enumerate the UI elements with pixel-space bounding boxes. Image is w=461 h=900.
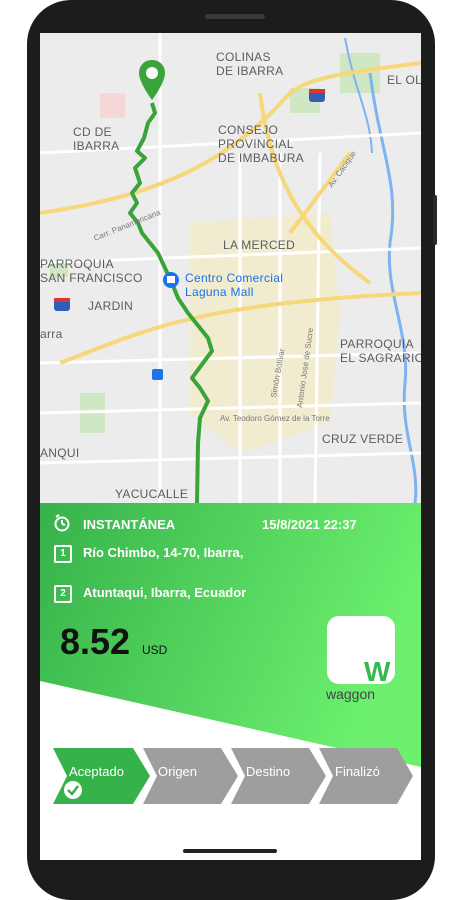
price-currency: USD <box>142 643 168 657</box>
map-area-label: COLINAS DE IBARRA <box>216 50 284 78</box>
destination-address: Atuntaqui, Ibarra, Ecuador <box>83 585 247 600</box>
step-label-finished: Finalizó <box>335 764 380 779</box>
origin-pin-icon[interactable] <box>137 58 167 102</box>
step-label-accepted: Aceptado <box>69 764 124 779</box>
stop-number-badge: 1 <box>54 545 72 563</box>
ride-datetime: 15/8/2021 22:37 <box>262 517 357 532</box>
map-area-label: EL OL <box>387 73 421 87</box>
map-area-label: ANQUI <box>40 446 80 460</box>
transit-icon <box>152 369 163 380</box>
map-area-label: PARROQUIA EL SAGRARIO <box>340 337 421 365</box>
earpiece <box>205 14 265 19</box>
step-label-origin: Origen <box>158 764 198 779</box>
map-area-label: arra <box>40 327 63 341</box>
map-poi-label[interactable]: Centro Comercial Laguna Mall <box>185 271 283 299</box>
map-area-label: CRUZ VERDE <box>322 432 404 446</box>
stop-number-badge: 2 <box>54 585 72 603</box>
route-map[interactable]: Carr. Panamericana Av. Teodoro Gómez de … <box>40 33 421 503</box>
app-screen: Carr. Panamericana Av. Teodoro Gómez de … <box>40 33 421 860</box>
clock-icon <box>54 514 70 532</box>
ride-type-label: INSTANTÁNEA <box>83 517 176 532</box>
ride-summary-panel: INSTANTÁNEA 15/8/2021 22:37 1 Río Chimbo… <box>40 503 421 767</box>
street-label: Carr. Panamericana <box>92 208 162 243</box>
street-label: Av. Cacique <box>326 149 358 189</box>
origin-address: Río Chimbo, 14-70, Ibarra, <box>83 545 244 560</box>
step-label-destination: Destino <box>246 764 291 779</box>
logo-letter: W <box>364 656 391 687</box>
street-label: Av. Teodoro Gómez de la Torre <box>220 414 330 423</box>
map-area-label: YACUCALLE <box>115 487 189 501</box>
map-area-label: LA MERCED <box>223 238 296 252</box>
brand-name: waggon <box>326 686 376 702</box>
map-area-label: JARDIN <box>88 299 134 313</box>
volume-button <box>433 195 437 245</box>
map-area-label: PARROQUIA SAN FRANCISCO <box>40 257 143 285</box>
map-area-label: CONSEJO PROVINCIAL DE IMBABURA <box>218 123 304 165</box>
home-indicator[interactable] <box>183 849 277 853</box>
highway-shield-icon <box>309 89 325 102</box>
map-area-label: CD DE IBARRA <box>73 125 120 153</box>
ride-price: 8.52 <box>60 621 131 662</box>
check-badge-icon <box>64 781 82 799</box>
